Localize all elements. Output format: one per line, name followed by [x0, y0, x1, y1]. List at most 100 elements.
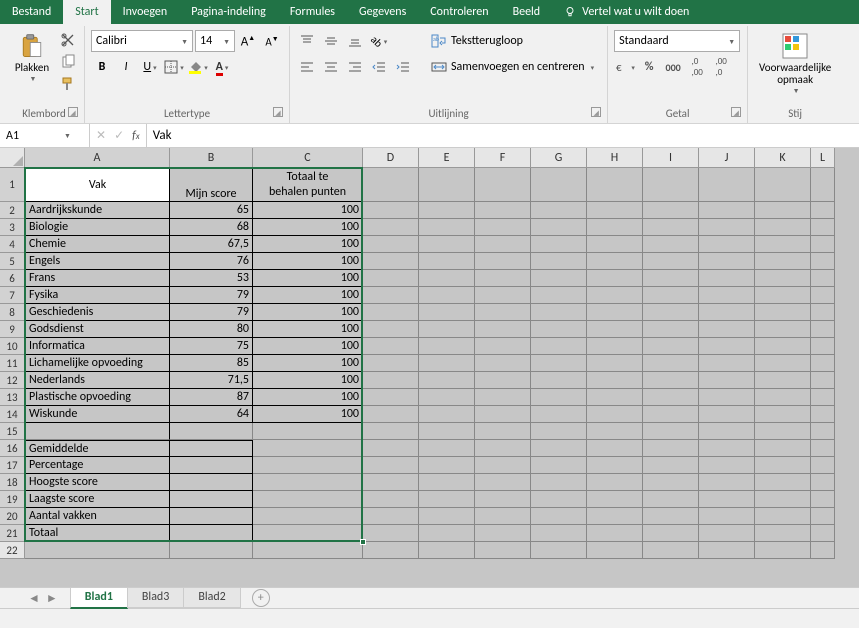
borders-button[interactable]: ▾: [163, 56, 185, 78]
row-header[interactable]: 15: [0, 423, 25, 440]
increase-decimal-button[interactable]: ,0,00: [686, 56, 708, 78]
cell[interactable]: [170, 542, 253, 559]
cell[interactable]: Chemie: [25, 236, 170, 253]
cell[interactable]: 100: [253, 406, 363, 423]
cell[interactable]: [587, 355, 643, 372]
cell[interactable]: [475, 457, 531, 474]
cell[interactable]: [475, 321, 531, 338]
cell[interactable]: [699, 168, 755, 202]
cell[interactable]: [475, 168, 531, 202]
row-header[interactable]: 8: [0, 304, 25, 321]
cell[interactable]: 79: [170, 304, 253, 321]
klembord-dialog-launcher[interactable]: ◢: [68, 107, 78, 117]
font-size-select[interactable]: 14▼: [195, 30, 235, 52]
cell[interactable]: [363, 525, 419, 542]
cell[interactable]: [755, 491, 811, 508]
cell[interactable]: [643, 372, 699, 389]
cell[interactable]: 64: [170, 406, 253, 423]
cell[interactable]: 87: [170, 389, 253, 406]
cell[interactable]: 100: [253, 270, 363, 287]
cell[interactable]: [419, 457, 475, 474]
cell[interactable]: [419, 440, 475, 457]
cell[interactable]: [643, 525, 699, 542]
cell[interactable]: [811, 219, 835, 236]
cell[interactable]: [531, 287, 587, 304]
cell[interactable]: [699, 423, 755, 440]
cell[interactable]: [643, 389, 699, 406]
cell[interactable]: [587, 525, 643, 542]
cell[interactable]: [419, 389, 475, 406]
cell[interactable]: [755, 457, 811, 474]
cell[interactable]: [363, 287, 419, 304]
cell[interactable]: [363, 508, 419, 525]
cell[interactable]: 71,5: [170, 372, 253, 389]
row-header[interactable]: 4: [0, 236, 25, 253]
cell[interactable]: 68: [170, 219, 253, 236]
cell[interactable]: [419, 168, 475, 202]
cell[interactable]: [755, 202, 811, 219]
cell[interactable]: [811, 372, 835, 389]
cell[interactable]: [475, 525, 531, 542]
cell[interactable]: [699, 508, 755, 525]
cell[interactable]: [419, 491, 475, 508]
format-painter-button[interactable]: [58, 74, 78, 94]
cell[interactable]: [643, 355, 699, 372]
cell[interactable]: [811, 253, 835, 270]
cell[interactable]: [699, 440, 755, 457]
cell[interactable]: [363, 474, 419, 491]
cell[interactable]: Lichamelijke opvoeding: [25, 355, 170, 372]
comma-button[interactable]: 000: [662, 56, 684, 78]
cell[interactable]: [363, 321, 419, 338]
cell[interactable]: [475, 355, 531, 372]
cell[interactable]: [475, 219, 531, 236]
cell[interactable]: [25, 542, 170, 559]
tab-pagina-indeling[interactable]: Pagina-indeling: [179, 0, 278, 24]
cell[interactable]: [699, 474, 755, 491]
cell[interactable]: [811, 168, 835, 202]
cell[interactable]: [755, 287, 811, 304]
row-header[interactable]: 20: [0, 508, 25, 525]
cell[interactable]: [643, 270, 699, 287]
decrease-indent-button[interactable]: [368, 56, 390, 78]
cell[interactable]: [170, 423, 253, 440]
lettertype-dialog-launcher[interactable]: ◢: [273, 107, 283, 117]
cell[interactable]: Godsdienst: [25, 321, 170, 338]
cell[interactable]: [419, 236, 475, 253]
cell[interactable]: [475, 304, 531, 321]
cell[interactable]: [531, 406, 587, 423]
cell[interactable]: [643, 474, 699, 491]
cell[interactable]: [170, 508, 253, 525]
cell[interactable]: [699, 389, 755, 406]
tab-bestand[interactable]: Bestand: [0, 0, 63, 24]
cell[interactable]: [253, 542, 363, 559]
cell[interactable]: [755, 338, 811, 355]
row-header[interactable]: 11: [0, 355, 25, 372]
sheet-tab-active[interactable]: Blad1: [70, 587, 128, 609]
cell[interactable]: [170, 440, 253, 457]
cell[interactable]: [419, 338, 475, 355]
cell[interactable]: [587, 321, 643, 338]
cell[interactable]: [699, 236, 755, 253]
cell[interactable]: Aantal vakken: [25, 508, 170, 525]
cell[interactable]: [811, 389, 835, 406]
cell[interactable]: [531, 457, 587, 474]
cell[interactable]: [587, 474, 643, 491]
row-header[interactable]: 5: [0, 253, 25, 270]
cell[interactable]: [363, 355, 419, 372]
cell[interactable]: [363, 253, 419, 270]
cell[interactable]: [475, 423, 531, 440]
cell[interactable]: [699, 542, 755, 559]
cell[interactable]: [531, 474, 587, 491]
cell[interactable]: [475, 372, 531, 389]
cell[interactable]: [755, 423, 811, 440]
cell[interactable]: [811, 474, 835, 491]
sheet-nav-next[interactable]: ►: [46, 591, 58, 606]
cell[interactable]: [253, 474, 363, 491]
cell[interactable]: [587, 423, 643, 440]
cell[interactable]: 65: [170, 202, 253, 219]
row-header[interactable]: 18: [0, 474, 25, 491]
cell[interactable]: [475, 270, 531, 287]
cell[interactable]: [531, 423, 587, 440]
cell[interactable]: [475, 253, 531, 270]
cell[interactable]: [531, 440, 587, 457]
